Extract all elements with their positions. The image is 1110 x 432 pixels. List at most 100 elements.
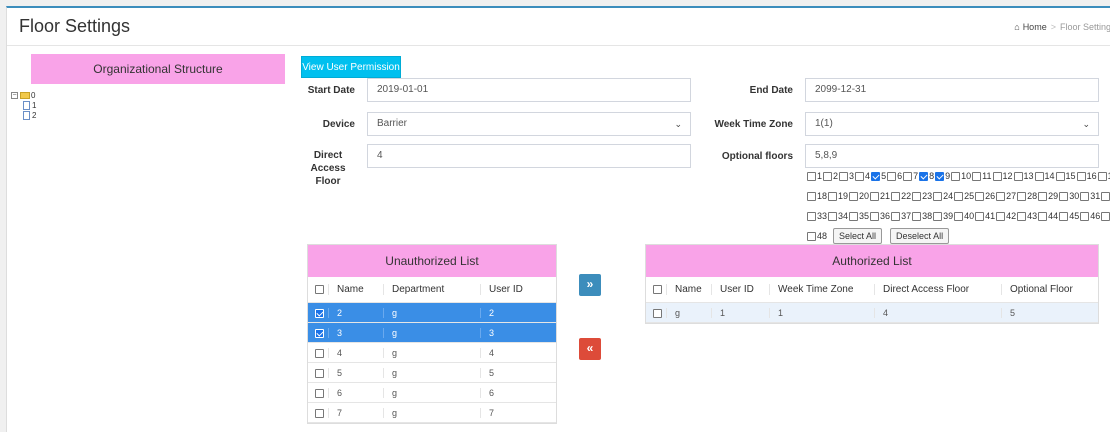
floor-option[interactable]: 42: [996, 211, 1016, 221]
tree-node-label[interactable]: 1: [32, 101, 36, 110]
table-row[interactable]: 2g2: [308, 303, 556, 323]
tree-node-root[interactable]: − 0: [11, 90, 36, 100]
floor-option[interactable]: 5: [871, 171, 886, 181]
floor-checkbox[interactable]: [823, 171, 833, 181]
row-checkbox[interactable]: [653, 308, 662, 318]
floor-checkbox[interactable]: [849, 211, 859, 221]
floor-checkbox[interactable]: [891, 211, 901, 221]
floor-option[interactable]: 11: [972, 171, 992, 181]
floor-checkbox[interactable]: [1080, 191, 1090, 201]
floor-option[interactable]: 21: [870, 191, 890, 201]
floor-checkbox[interactable]: [933, 191, 943, 201]
column-week-time-zone[interactable]: Week Time Zone: [769, 284, 874, 295]
select-all-button[interactable]: Select All: [833, 228, 883, 244]
floor-option[interactable]: 37: [891, 211, 911, 221]
floor-checkbox[interactable]: [933, 211, 943, 221]
floor-checkbox[interactable]: [935, 171, 945, 181]
optional-floors-input[interactable]: 5,8,9: [805, 144, 1099, 168]
row-checkbox[interactable]: [315, 348, 324, 358]
device-select[interactable]: Barrier ⌄: [367, 112, 691, 136]
end-date-input[interactable]: 2099-12-31: [805, 78, 1099, 102]
table-row[interactable]: g1145: [646, 303, 1098, 323]
floor-option[interactable]: 45: [1059, 211, 1079, 221]
home-icon[interactable]: ⌂: [1014, 22, 1019, 32]
floor-checkbox[interactable]: [919, 171, 929, 181]
floor-checkbox[interactable]: [870, 191, 880, 201]
floor-option[interactable]: 38: [912, 211, 932, 221]
week-time-zone-select[interactable]: 1(1) ⌄: [805, 112, 1099, 136]
floor-checkbox[interactable]: [996, 191, 1006, 201]
floor-option[interactable]: 8: [919, 171, 934, 181]
floor-checkbox[interactable]: [1101, 191, 1110, 201]
start-date-input[interactable]: 2019-01-01: [367, 78, 691, 102]
table-row[interactable]: 4g4: [308, 343, 556, 363]
floor-checkbox[interactable]: [954, 191, 964, 201]
select-all-checkbox[interactable]: [315, 284, 324, 294]
floor-checkbox[interactable]: [1080, 211, 1090, 221]
floor-option[interactable]: 31: [1080, 191, 1100, 201]
floor-checkbox[interactable]: [849, 191, 859, 201]
floor-checkbox[interactable]: [903, 171, 913, 181]
row-checkbox[interactable]: [315, 388, 324, 398]
floor-checkbox[interactable]: [1017, 211, 1027, 221]
floor-option[interactable]: 14: [1034, 171, 1055, 181]
floor-option[interactable]: 4: [855, 171, 870, 181]
floor-option[interactable]: 41: [975, 211, 995, 221]
floor-checkbox[interactable]: [975, 191, 985, 201]
row-checkbox[interactable]: [315, 328, 324, 338]
tree-node-child[interactable]: 1: [11, 100, 36, 110]
floor-option[interactable]: 33: [807, 211, 827, 221]
floor-option[interactable]: 30: [1059, 191, 1079, 201]
floor-checkbox[interactable]: [807, 171, 816, 181]
floor-checkbox[interactable]: [1097, 171, 1107, 181]
column-user-id[interactable]: User ID: [711, 284, 769, 295]
floor-option[interactable]: 22: [891, 191, 911, 201]
floor-option[interactable]: 26: [975, 191, 995, 201]
floor-option[interactable]: 39: [933, 211, 953, 221]
floor-option[interactable]: 7: [903, 171, 918, 181]
floor-option[interactable]: 43: [1017, 211, 1037, 221]
floor-checkbox[interactable]: [1017, 191, 1027, 201]
tree-node-label[interactable]: 0: [31, 91, 35, 100]
table-row[interactable]: 6g6: [308, 383, 556, 403]
floor-option[interactable]: 28: [1017, 191, 1037, 201]
column-name[interactable]: Name: [666, 284, 711, 295]
column-name[interactable]: Name: [328, 284, 383, 295]
floor-option[interactable]: 32: [1101, 191, 1110, 201]
table-row[interactable]: 3g3: [308, 323, 556, 343]
floor-option[interactable]: 6: [887, 171, 902, 181]
floor-option[interactable]: 29: [1038, 191, 1058, 201]
floor-checkbox[interactable]: [972, 171, 982, 181]
column-optional-floor[interactable]: Optional Floor: [1001, 284, 1085, 295]
floor-checkbox[interactable]: [954, 211, 964, 221]
move-left-button[interactable]: «: [579, 338, 601, 360]
row-checkbox[interactable]: [315, 408, 324, 418]
floor-option[interactable]: 17: [1097, 171, 1110, 181]
floor-checkbox[interactable]: [1038, 191, 1048, 201]
floor-option[interactable]: 27: [996, 191, 1016, 201]
table-row[interactable]: 5g5: [308, 363, 556, 383]
floor-option[interactable]: 40: [954, 211, 974, 221]
floor-checkbox[interactable]: [975, 211, 985, 221]
row-checkbox[interactable]: [315, 308, 324, 318]
tree-node-label[interactable]: 2: [32, 111, 36, 120]
deselect-all-button[interactable]: Deselect All: [890, 228, 950, 244]
floor-checkbox[interactable]: [855, 171, 865, 181]
floor-option[interactable]: 47: [1101, 211, 1110, 221]
floor-option[interactable]: 48: [807, 231, 827, 241]
floor-option[interactable]: 23: [912, 191, 932, 201]
floor-option[interactable]: 25: [954, 191, 974, 201]
row-checkbox[interactable]: [315, 368, 324, 378]
floor-option[interactable]: 15: [1055, 171, 1076, 181]
floor-checkbox[interactable]: [912, 191, 922, 201]
floor-checkbox[interactable]: [1059, 211, 1069, 221]
floor-checkbox[interactable]: [1101, 211, 1110, 221]
column-user-id[interactable]: User ID: [480, 284, 540, 295]
view-user-permission-button[interactable]: View User Permission: [301, 56, 401, 78]
floor-checkbox[interactable]: [807, 191, 816, 201]
floor-checkbox[interactable]: [871, 171, 881, 181]
floor-checkbox[interactable]: [1013, 171, 1023, 181]
floor-checkbox[interactable]: [870, 211, 880, 221]
floor-option[interactable]: 3: [839, 171, 854, 181]
floor-checkbox[interactable]: [1038, 211, 1048, 221]
